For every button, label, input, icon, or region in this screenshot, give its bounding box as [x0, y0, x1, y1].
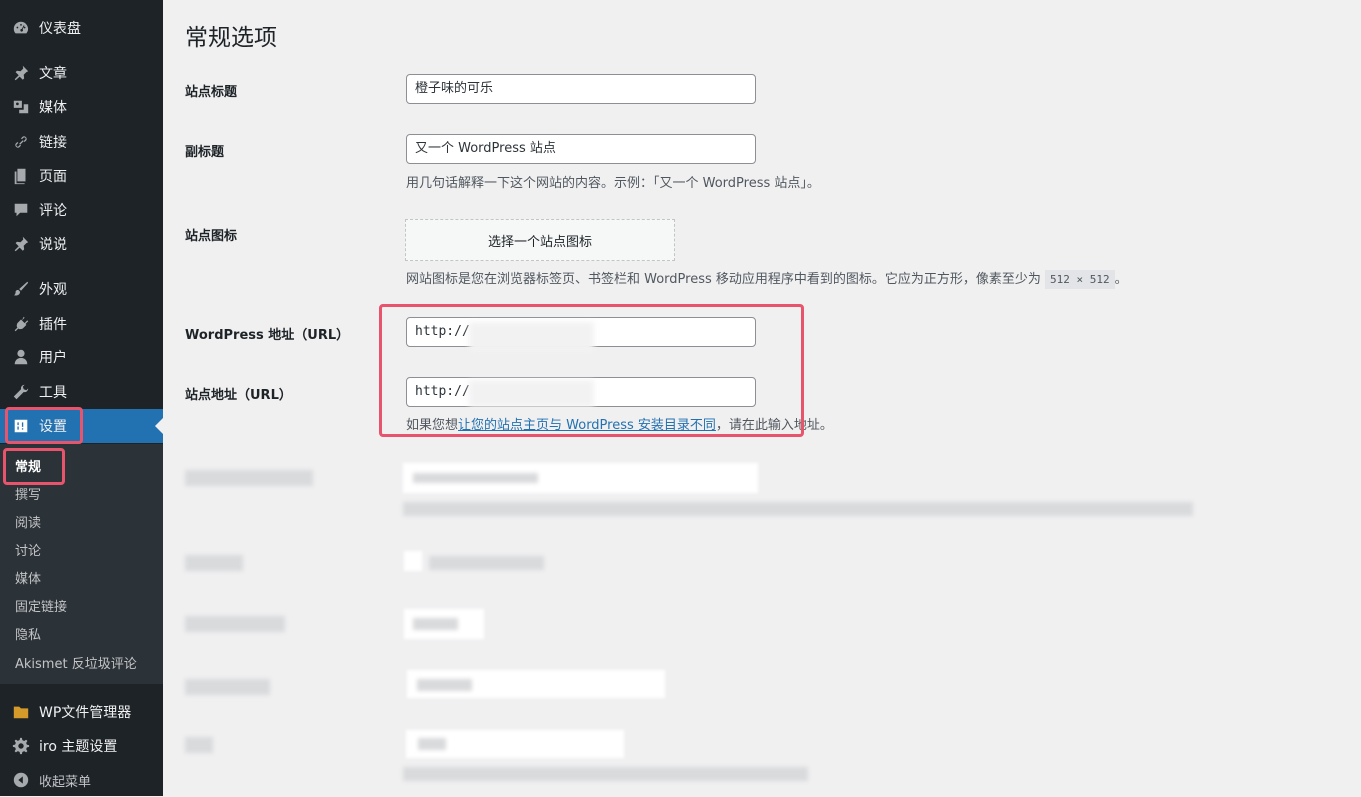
sidebar-item-label: 链接: [39, 135, 67, 151]
sidebar-item-pages[interactable]: 页面: [0, 159, 163, 193]
sidebar-item-label: 评论: [39, 203, 67, 219]
sidebar-item-comments[interactable]: 评论: [0, 193, 163, 227]
admin-sidebar: 仪表盘 文章 媒体 链接 页面 评论 说说 外观 插件 用户 工具 设置 常规 …: [0, 0, 163, 796]
sidebar-item-label: 页面: [39, 169, 67, 185]
choose-site-icon-button[interactable]: 选择一个站点图标: [405, 219, 675, 261]
blurred-label: [185, 737, 213, 753]
brush-icon: [11, 279, 31, 299]
page-title: 常规选项: [185, 25, 277, 51]
tagline-label: 副标题: [185, 145, 225, 160]
current-menu-arrow: [155, 418, 163, 434]
sidebar-item-plugins[interactable]: 插件: [0, 307, 163, 341]
sidebar-item-label: 仪表盘: [39, 21, 81, 37]
sidebar-item-shuoshuo[interactable]: 说说: [0, 227, 163, 261]
collapse-icon: [11, 770, 31, 790]
site-icon-label: 站点图标: [185, 229, 238, 244]
blurred-text: [413, 473, 538, 483]
blurred-label: [185, 679, 270, 695]
dashboard-icon: [11, 18, 31, 38]
sidebar-item-media[interactable]: 媒体: [0, 90, 163, 124]
submenu-item-media[interactable]: 媒体: [15, 568, 41, 587]
blurred-text: [429, 556, 544, 570]
blurred-text: [418, 738, 446, 750]
blurred-checkbox: [404, 551, 422, 571]
submenu-item-akismet[interactable]: Akismet 反垃圾评论: [15, 653, 137, 672]
sidebar-item-users[interactable]: 用户: [0, 340, 163, 374]
sidebar-item-links[interactable]: 链接: [0, 125, 163, 159]
site-icon-description: 网站图标是您在浏览器标签页、书签栏和 WordPress 移动应用程序中看到的图…: [406, 270, 1128, 289]
sidebar-item-wp-file-manager[interactable]: WP文件管理器: [0, 695, 163, 729]
sidebar-item-label: 用户: [39, 350, 67, 366]
sidebar-item-label: 外观: [39, 282, 67, 298]
blurred-label: [185, 470, 313, 486]
sidebar-item-iro-settings[interactable]: iro 主题设置: [0, 729, 163, 763]
sidebar-item-label: iro 主题设置: [39, 739, 118, 755]
blurred-label: [185, 616, 285, 632]
gear-icon: [11, 736, 31, 756]
highlight-box-settings: [5, 407, 83, 444]
blurred-label: [185, 555, 243, 571]
blurred-description: [403, 767, 808, 781]
sidebar-item-label: 插件: [39, 317, 67, 333]
sidebar-item-label: 说说: [39, 237, 67, 253]
page-icon: [11, 166, 31, 186]
tagline-input[interactable]: 又一个 WordPress 站点: [406, 134, 756, 164]
plugin-icon: [11, 314, 31, 334]
submenu-item-discussion[interactable]: 讨论: [15, 540, 41, 559]
tagline-description: 用几句话解释一下这个网站的内容。示例：「又一个 WordPress 站点」。: [406, 176, 820, 191]
link-icon: [11, 132, 31, 152]
user-icon: [11, 347, 31, 367]
sidebar-item-posts[interactable]: 文章: [0, 56, 163, 90]
submenu-item-privacy[interactable]: 隐私: [15, 624, 41, 643]
sidebar-item-label: 收起菜单: [39, 774, 92, 790]
site-title-input[interactable]: 橙子味的可乐: [406, 74, 756, 104]
wrench-icon: [11, 382, 31, 402]
site-url-label: 站点地址（URL）: [185, 388, 292, 403]
sidebar-item-dashboard[interactable]: 仪表盘: [0, 11, 163, 45]
wordpress-url-label: WordPress 地址（URL）: [185, 328, 350, 343]
sidebar-item-tools[interactable]: 工具: [0, 375, 163, 409]
sidebar-item-appearance[interactable]: 外观: [0, 272, 163, 306]
pin-icon: [11, 63, 31, 83]
sidebar-item-label: 工具: [39, 385, 67, 401]
sidebar-item-label: 媒体: [39, 100, 67, 116]
sidebar-item-label: 文章: [39, 66, 67, 82]
collapse-menu-button[interactable]: 收起菜单: [0, 763, 163, 797]
media-icon: [11, 97, 31, 117]
submenu-item-permalinks[interactable]: 固定链接: [15, 596, 67, 615]
main-content: 常规选项 站点标题 橙子味的可乐 副标题 又一个 WordPress 站点 用几…: [163, 0, 1361, 796]
highlight-box-general: [3, 448, 65, 485]
submenu-item-writing[interactable]: 撰写: [15, 484, 41, 503]
blurred-text: [413, 618, 458, 630]
submenu-item-reading[interactable]: 阅读: [15, 512, 41, 531]
blurred-text: [417, 679, 472, 691]
site-title-label: 站点标题: [185, 85, 238, 100]
blurred-description: [403, 502, 1193, 516]
sidebar-item-label: WP文件管理器: [39, 705, 132, 721]
folder-icon: [11, 702, 31, 722]
pin-icon: [11, 234, 31, 254]
highlight-box-urls: [379, 304, 804, 437]
icon-size-code: 512 × 512: [1045, 270, 1115, 289]
comment-icon: [11, 200, 31, 220]
